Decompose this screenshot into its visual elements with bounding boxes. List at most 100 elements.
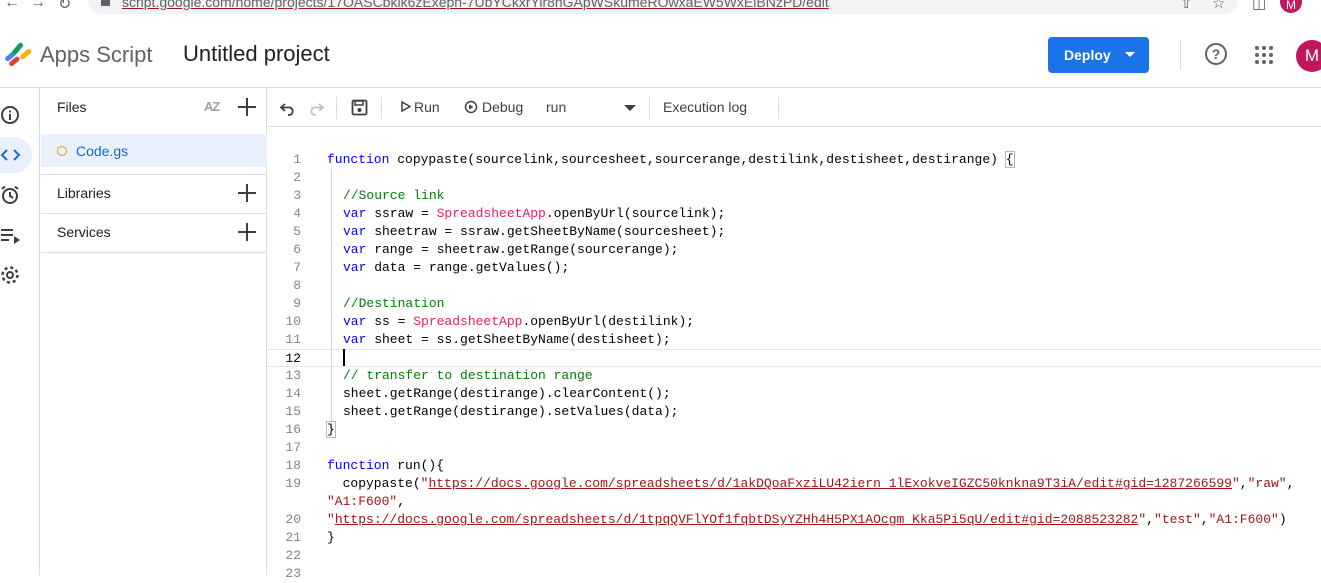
code-token: , [1200, 512, 1209, 527]
code-token: .openByUrl(sourcelink); [545, 206, 726, 221]
code-line[interactable]: 1 function copypaste(sourcelink,sourceshe… [268, 151, 1321, 169]
share-icon[interactable]: ⇧ [1180, 0, 1193, 12]
function-select-value: run [546, 99, 567, 115]
code-token: sheet.getRange(destirange).clearContent(… [343, 386, 671, 401]
reload-icon[interactable]: ↻ [58, 0, 71, 14]
code-token: sheetraw = ssraw.getSheetByName(sourcesh… [366, 224, 726, 239]
code-token: { [1004, 151, 1015, 168]
code-line[interactable]: 7 var data = range.getValues(); [268, 259, 1321, 277]
editor-nav-button[interactable] [0, 137, 32, 173]
code-line[interactable]: 14 sheet.getRange(destirange).clearConten… [268, 385, 1321, 403]
code-token: var [343, 242, 367, 257]
url-text[interactable]: script.google.com/home/projects/17OASCbk… [122, 0, 829, 10]
code-url-link[interactable]: https://docs.google.com/spreadsheets/d/1… [428, 476, 1232, 491]
sort-az-icon[interactable]: AZ [204, 99, 220, 114]
undo-icon[interactable] [280, 100, 296, 116]
alarm-clock-icon [1, 185, 19, 204]
save-icon[interactable] [351, 99, 368, 116]
code-line[interactable]: 6 var range = sheetraw.getRange(sourceran… [268, 241, 1321, 259]
code-token: "A1:F600" [1208, 512, 1279, 527]
code-line[interactable]: 19 copypaste("https://docs.google.com/sp… [268, 475, 1321, 493]
code-url-link[interactable]: https://docs.google.com/spreadsheets/d/1… [335, 512, 1139, 527]
libraries-heading: Libraries [57, 185, 111, 201]
help-icon[interactable]: ? [1205, 43, 1227, 65]
google-apps-grid-icon[interactable] [1255, 46, 1273, 64]
executions-nav-button[interactable] [0, 217, 32, 253]
code-editor[interactable]: 1 function copypaste(sourcelink,sourceshe… [268, 127, 1321, 581]
code-token: copypaste(sourcelink,sourcesheet,sourcer… [389, 152, 1006, 167]
gear-icon [1, 266, 19, 284]
app-header: Apps Script Untitled project Deploy ? M [0, 14, 1321, 88]
line-number: 15 [285, 404, 301, 419]
add-service-plus-icon[interactable] [237, 222, 257, 242]
browser-profile-avatar[interactable]: M [1280, 0, 1302, 13]
code-line[interactable]: 18 function run(){ [268, 457, 1321, 475]
code-line[interactable]: 17 [268, 439, 1321, 457]
code-token: copypaste( [327, 476, 421, 491]
code-token: } [327, 530, 335, 545]
line-number: 5 [293, 224, 301, 239]
code-line[interactable]: 13 // transfer to destination range [268, 367, 1321, 385]
info-icon [1, 106, 19, 124]
services-header[interactable]: Services [41, 213, 267, 252]
code-line[interactable]: 2 [268, 169, 1321, 187]
line-number: 13 [285, 368, 301, 383]
editor-toolbar: Run Debug run Execution log [268, 88, 1321, 127]
line-number: 11 [285, 332, 301, 347]
play-icon [401, 100, 412, 113]
settings-nav-button[interactable] [0, 257, 32, 293]
code-line-wrapped[interactable]: "A1:F600", [268, 493, 1321, 511]
project-title[interactable]: Untitled project [183, 41, 330, 67]
function-select[interactable]: run [546, 88, 646, 127]
app-name[interactable]: Apps Script [40, 42, 153, 68]
deploy-button[interactable]: Deploy [1048, 37, 1149, 73]
bookmark-star-icon[interactable]: ☆ [1212, 0, 1225, 12]
debug-button[interactable]: Debug [463, 88, 523, 127]
code-token: "raw" [1247, 476, 1287, 491]
code-brackets-icon [0, 149, 21, 161]
code-line[interactable]: 8 [268, 277, 1321, 295]
text-cursor [343, 349, 345, 366]
code-token: ssraw = [366, 206, 437, 221]
code-token: var [343, 314, 367, 329]
code-line[interactable]: 4 var ssraw = SpreadsheetApp.openByUrl(so… [268, 205, 1321, 223]
file-item-code-gs[interactable]: Code.gs [41, 134, 267, 167]
back-arrow-icon[interactable]: ← [4, 0, 20, 12]
line-number: 20 [285, 512, 301, 527]
executions-list-icon [1, 229, 20, 244]
code-token: ss = [366, 314, 414, 329]
debug-label: Debug [482, 99, 524, 115]
code-line[interactable]: 16} [268, 421, 1321, 439]
side-panel-icon[interactable]: ◫ [1252, 0, 1266, 12]
debug-icon [464, 100, 478, 114]
execution-log-button[interactable]: Execution log [663, 88, 747, 127]
unsaved-dot-icon [57, 146, 67, 156]
forward-arrow-icon[interactable]: → [30, 0, 46, 12]
add-file-plus-icon[interactable] [237, 97, 257, 117]
code-line[interactable]: 5 var sheetraw = ssraw.getSheetByName(sou… [268, 223, 1321, 241]
code-line[interactable]: 22 [268, 547, 1321, 565]
libraries-header[interactable]: Libraries [41, 174, 267, 213]
redo-icon[interactable] [308, 100, 324, 116]
code-token: data = range.getValues(); [366, 260, 570, 275]
code-line[interactable]: 20 "https://docs.google.com/spreadsheets/… [268, 511, 1321, 529]
toolbar-divider [381, 97, 382, 119]
toolbar-divider [649, 97, 650, 119]
account-avatar[interactable]: M [1296, 40, 1321, 72]
code-line[interactable]: 11 var sheet = ss.getSheetByName(destishe… [268, 331, 1321, 349]
overview-nav-button[interactable] [0, 97, 32, 133]
code-token: } [326, 421, 336, 438]
code-line[interactable]: 10 var ss = SpreadsheetApp.openByUrl(dest… [268, 313, 1321, 331]
code-line[interactable]: 23 [268, 565, 1321, 583]
code-line[interactable]: 15 sheet.getRange(destirange).setValues(d… [268, 403, 1321, 421]
code-line[interactable]: 21} [268, 529, 1321, 547]
add-library-plus-icon[interactable] [237, 183, 257, 203]
triggers-nav-button[interactable] [0, 177, 32, 213]
divider [41, 252, 267, 253]
code-line-current[interactable]: 12 [268, 349, 1321, 367]
code-token: " [1231, 476, 1240, 491]
code-line[interactable]: 3 //Source link [268, 187, 1321, 205]
line-number: 17 [285, 440, 301, 455]
code-line[interactable]: 9 //Destination [268, 295, 1321, 313]
run-button[interactable]: Run [401, 88, 440, 127]
